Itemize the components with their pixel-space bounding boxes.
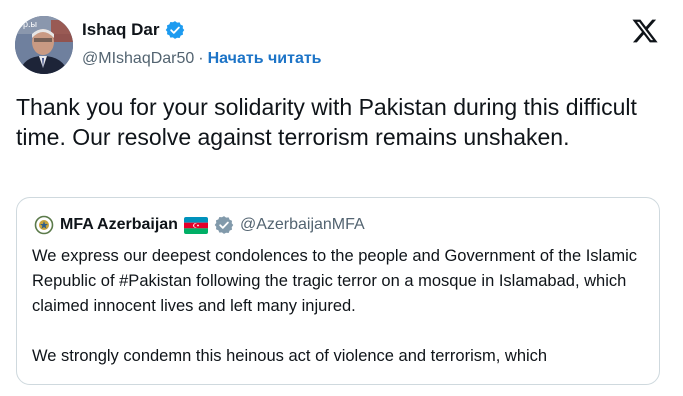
quote-header: MFA Azerbaijan @AzerbaijanMFA xyxy=(34,215,365,235)
handle-row: @MIshaqDar50 · Начать читать xyxy=(82,50,322,68)
tweet-embed: ор.ы Ishaq Dar @MIshaqDar50 · Начать чит… xyxy=(0,0,683,396)
quote-avatar[interactable] xyxy=(34,215,54,235)
quote-author-name[interactable]: MFA Azerbaijan xyxy=(60,216,178,234)
government-badge-icon[interactable] xyxy=(214,215,234,235)
author-name[interactable]: Ishaq Dar xyxy=(82,20,159,40)
quote-body: We express our deepest condolences to th… xyxy=(32,244,652,369)
quoted-tweet[interactable]: MFA Azerbaijan @AzerbaijanMFA We express… xyxy=(16,197,660,385)
quote-author-handle[interactable]: @AzerbaijanMFA xyxy=(240,216,365,234)
follow-button[interactable]: Начать читать xyxy=(208,50,322,68)
verified-badge-icon[interactable] xyxy=(165,20,185,40)
avatar-photo: ор.ы xyxy=(15,16,73,74)
author-info: Ishaq Dar xyxy=(82,20,185,40)
separator-dot: · xyxy=(198,50,204,67)
quote-paragraph: We strongly condemn this heinous act of … xyxy=(32,347,548,365)
author-handle[interactable]: @MIshaqDar50 xyxy=(82,50,194,68)
tweet-text: Thank you for your solidarity with Pakis… xyxy=(16,94,637,150)
avatar-overlay-text: ор.ы xyxy=(18,19,37,29)
author-avatar[interactable]: ор.ы xyxy=(15,16,73,74)
quote-paragraph: We express our deepest condolences to th… xyxy=(32,247,638,315)
x-logo-icon[interactable] xyxy=(631,17,659,45)
azerbaijan-flag-icon xyxy=(183,216,208,234)
